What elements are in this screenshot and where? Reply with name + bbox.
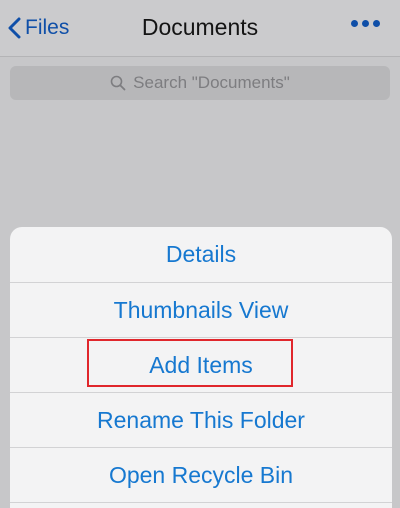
more-options-button[interactable] <box>351 20 380 27</box>
action-add-items[interactable]: Add Items <box>10 338 392 393</box>
screen: Files Documents Search "Documents" Detai… <box>0 0 400 508</box>
back-label: Files <box>25 16 70 39</box>
action-open-recycle-bin[interactable]: Open Recycle Bin <box>10 448 392 503</box>
ellipsis-icon-dot <box>351 20 358 27</box>
action-thumbnails-view[interactable]: Thumbnails View <box>10 283 392 338</box>
action-details[interactable]: Details <box>10 227 392 283</box>
chevron-left-icon <box>8 17 21 39</box>
search-input[interactable]: Search "Documents" <box>10 66 390 100</box>
ellipsis-icon-dot <box>373 20 380 27</box>
page-title: Documents <box>141 14 259 40</box>
back-button[interactable]: Files <box>8 13 69 43</box>
action-sheet: Details Thumbnails View Add Items Rename… <box>10 227 392 508</box>
search-icon <box>110 75 126 91</box>
search-placeholder: Search "Documents" <box>133 73 290 92</box>
action-rename-folder[interactable]: Rename This Folder <box>10 393 392 448</box>
navigation-bar: Files Documents <box>0 0 400 57</box>
ellipsis-icon-dot <box>362 20 369 27</box>
